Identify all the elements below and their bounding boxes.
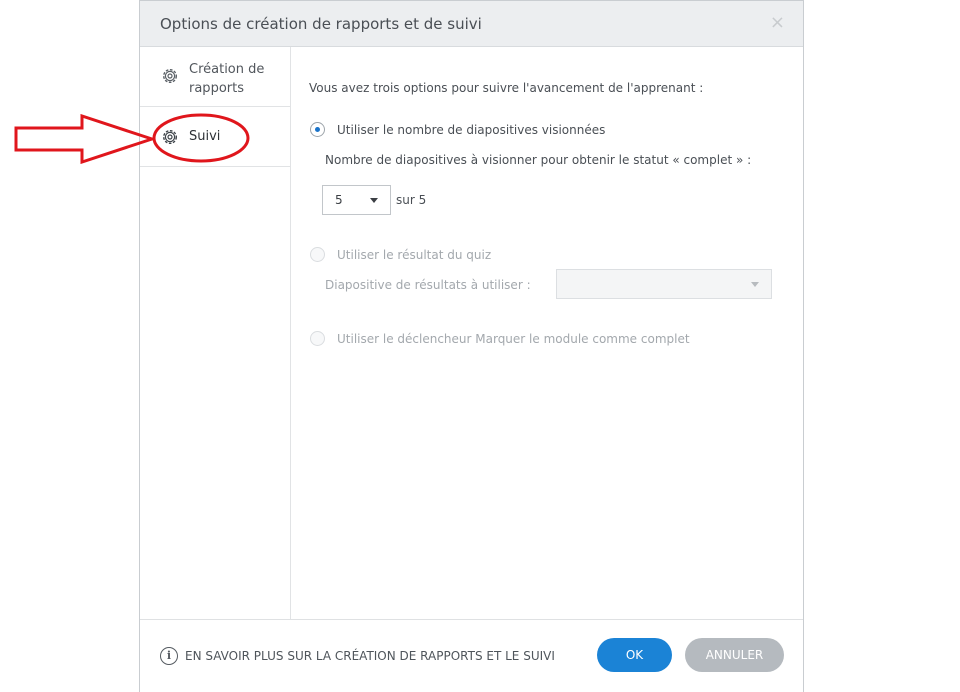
ok-button[interactable]: OK: [597, 638, 672, 672]
slides-count-label: Nombre de diapositives à visionner pour …: [325, 153, 752, 167]
sidebar-item-label: Création de rapports: [189, 62, 265, 96]
slides-count-select[interactable]: 5: [322, 185, 391, 215]
dialog-title: Options de création de rapports et de su…: [160, 15, 482, 33]
dialog-titlebar: Options de création de rapports et de su…: [140, 0, 803, 47]
annotation-arrow-icon: [14, 114, 154, 164]
gear-icon: [162, 68, 178, 84]
chevron-down-icon: [370, 198, 378, 203]
chevron-down-icon: [751, 282, 759, 287]
info-icon: i: [160, 647, 178, 665]
reporting-tracking-dialog: Options de création de rapports et de su…: [139, 0, 804, 692]
option-quiz-result-label: Utiliser le résultat du quiz: [337, 248, 492, 262]
option-slides-viewed-label: Utiliser le nombre de diapositives visio…: [337, 123, 606, 137]
results-slide-label: Diapositive de résultats à utiliser :: [325, 278, 531, 292]
option-mark-complete-label: Utiliser le déclencheur Marquer le modul…: [337, 332, 690, 346]
close-icon[interactable]: ×: [770, 13, 785, 33]
intro-text: Vous avez trois options pour suivre l'av…: [309, 81, 704, 95]
radio-mark-complete-trigger[interactable]: [310, 331, 325, 346]
dialog-footer: i EN SAVOIR PLUS SUR LA CRÉATION DE RAPP…: [140, 619, 803, 692]
annotation-circle-icon: [152, 113, 250, 163]
sidebar-item-reporting[interactable]: Création de rapports: [140, 47, 291, 107]
slides-total-text: sur 5: [396, 193, 427, 207]
radio-slides-viewed[interactable]: [310, 122, 325, 137]
cancel-button[interactable]: ANNULER: [685, 638, 784, 672]
learn-more-link[interactable]: EN SAVOIR PLUS SUR LA CRÉATION DE RAPPOR…: [185, 649, 555, 663]
slides-count-value: 5: [335, 193, 343, 207]
radio-quiz-result[interactable]: [310, 247, 325, 262]
tracking-panel: Vous avez trois options pour suivre l'av…: [292, 47, 803, 620]
results-slide-select[interactable]: [556, 269, 772, 299]
